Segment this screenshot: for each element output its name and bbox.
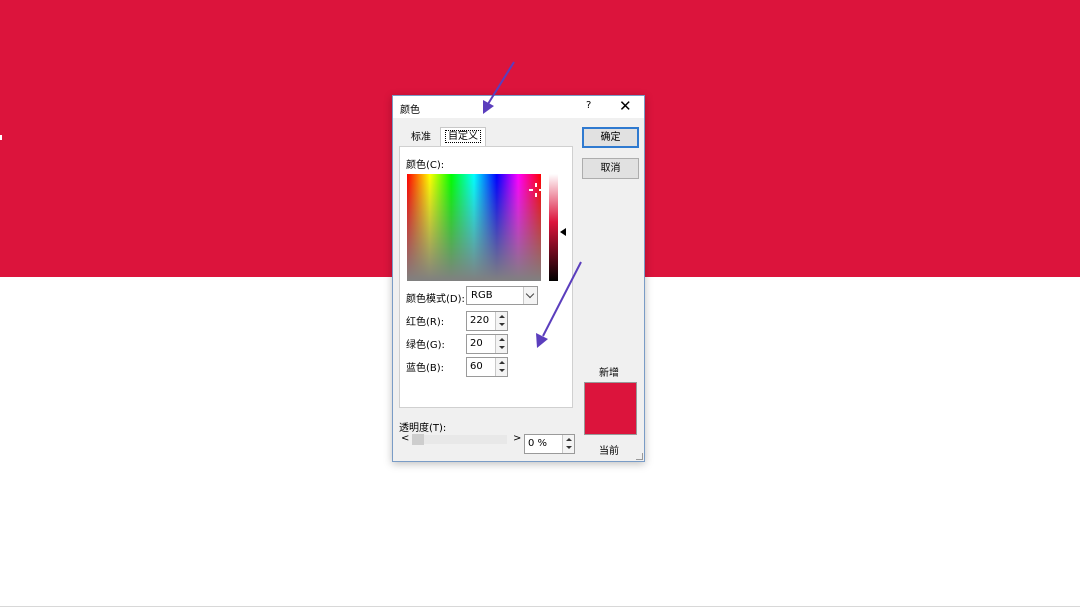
color-model-value: RGB xyxy=(471,290,493,301)
scroll-thumb[interactable] xyxy=(412,434,424,445)
color-preview-swatch xyxy=(584,382,637,435)
dropdown-button[interactable] xyxy=(523,287,537,304)
spin-down-icon[interactable] xyxy=(499,369,505,372)
ok-button[interactable]: 确定 xyxy=(582,127,639,148)
close-button[interactable]: ✕ xyxy=(619,97,632,115)
resize-grip-icon[interactable] xyxy=(636,453,643,460)
green-label: 绿色(G): xyxy=(406,340,445,351)
green-spinner[interactable] xyxy=(495,335,507,353)
spin-down-icon[interactable] xyxy=(499,346,505,349)
spin-down-icon[interactable] xyxy=(566,446,572,449)
scroll-track[interactable] xyxy=(413,435,507,444)
color-spectrum[interactable] xyxy=(407,174,541,281)
color-model-select[interactable]: RGB xyxy=(466,286,538,305)
luminance-arrow-icon[interactable] xyxy=(560,228,566,236)
new-color-label: 新增 xyxy=(599,368,619,379)
slide-bottom-border xyxy=(0,606,1080,607)
spin-up-icon[interactable] xyxy=(499,338,505,341)
transparency-label: 透明度(T): xyxy=(399,423,447,434)
spin-down-icon[interactable] xyxy=(499,323,505,326)
crosshair-icon[interactable] xyxy=(529,183,543,197)
cancel-button[interactable]: 取消 xyxy=(582,158,639,179)
color-dialog: 颜色 ? ✕ 标准 自定义 颜色(C): 颜色模式(D): RGB 红色(R):… xyxy=(392,95,645,462)
scroll-right-icon[interactable]: > xyxy=(513,433,521,444)
tab-custom[interactable]: 自定义 xyxy=(440,127,486,147)
luminance-slider[interactable] xyxy=(549,174,558,281)
transparency-value: 0 % xyxy=(528,438,548,449)
green-value: 20 xyxy=(470,338,483,349)
red-input[interactable]: 220 xyxy=(466,311,508,331)
blue-value: 60 xyxy=(470,361,483,372)
dialog-titlebar: 颜色 ? ✕ xyxy=(393,96,644,118)
transparency-scrollbar[interactable]: < > xyxy=(399,433,521,447)
transparency-input[interactable]: 0 % xyxy=(524,434,575,454)
slide-edge-marker xyxy=(0,135,2,140)
tab-custom-label: 自定义 xyxy=(445,130,481,143)
chevron-down-icon xyxy=(525,289,535,299)
blue-input[interactable]: 60 xyxy=(466,357,508,377)
transparency-spinner[interactable] xyxy=(562,435,574,453)
spin-up-icon[interactable] xyxy=(499,315,505,318)
scroll-left-icon[interactable]: < xyxy=(401,433,409,444)
red-spinner[interactable] xyxy=(495,312,507,330)
color-model-label: 颜色模式(D): xyxy=(406,294,465,305)
blue-label: 蓝色(B): xyxy=(406,363,445,374)
green-input[interactable]: 20 xyxy=(466,334,508,354)
red-value: 220 xyxy=(470,315,490,326)
blue-spinner[interactable] xyxy=(495,358,507,376)
custom-color-panel: 颜色(C): 颜色模式(D): RGB 红色(R): 220 绿色(G): 20… xyxy=(399,146,573,408)
tab-standard[interactable]: 标准 xyxy=(405,129,437,146)
spin-up-icon[interactable] xyxy=(499,361,505,364)
red-label: 红色(R): xyxy=(406,317,445,328)
help-button[interactable]: ? xyxy=(586,100,591,111)
spin-up-icon[interactable] xyxy=(566,438,572,441)
dialog-title: 颜色 xyxy=(400,105,420,116)
current-color-label: 当前 xyxy=(599,446,619,457)
color-picker-label: 颜色(C): xyxy=(406,160,445,171)
